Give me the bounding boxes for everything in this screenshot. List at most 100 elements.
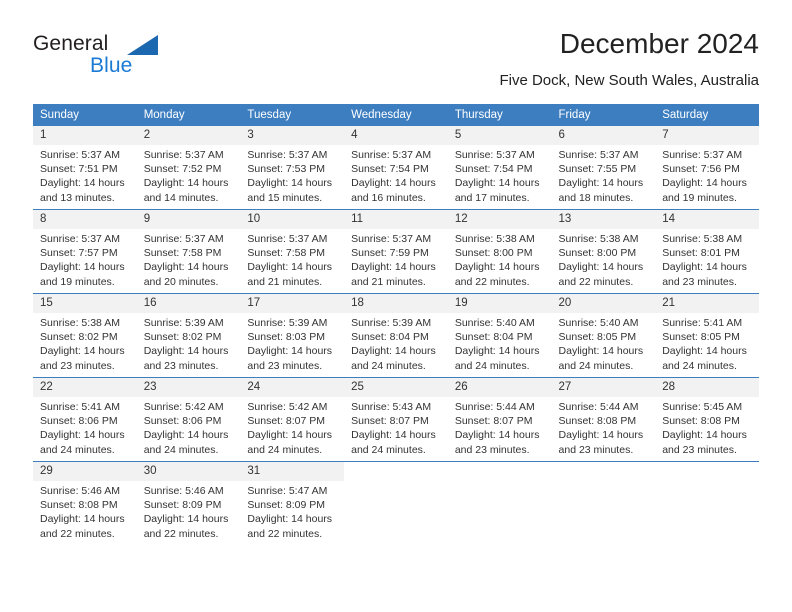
day-number: 2 [136, 126, 241, 145]
day-number: 3 [240, 126, 345, 145]
calendar-day-cell[interactable]: 15 Sunrise: 5:38 AM Sunset: 8:02 PM Dayligh… [33, 293, 137, 378]
sunset-text: Sunset: 7:54 PM [351, 163, 429, 176]
daylight-text-line1: Daylight: 14 hours [558, 177, 644, 190]
calendar-day-cell[interactable]: 23 Sunrise: 5:42 AM Sunset: 8:06 PM Dayligh… [136, 377, 241, 462]
calendar-day-cell[interactable]: 19 Sunrise: 5:40 AM Sunset: 8:04 PM Dayligh… [447, 293, 552, 378]
sunset-text: Sunset: 7:57 PM [40, 247, 118, 260]
day-number: 17 [240, 294, 345, 313]
day-details: Sunrise: 5:38 AM Sunset: 8:00 PM Daylight:… [552, 229, 656, 289]
calendar-day-cell[interactable]: 26 Sunrise: 5:44 AM Sunset: 8:07 PM Dayligh… [447, 377, 552, 462]
weekday-header-saturday: Saturday [655, 104, 759, 126]
calendar-day-cell[interactable]: 18 Sunrise: 5:39 AM Sunset: 8:04 PM Dayligh… [344, 293, 448, 378]
daylight-text-line2: and 23 minutes. [662, 275, 737, 288]
calendar-day-cell[interactable]: 20 Sunrise: 5:40 AM Sunset: 8:05 PM Dayligh… [551, 293, 656, 378]
calendar-day-cell[interactable]: 2 Sunrise: 5:37 AM Sunset: 7:52 PM Daylight… [136, 126, 241, 210]
day-number [447, 462, 552, 481]
page-subtitle-location: Five Dock, New South Wales, Australia [499, 72, 759, 89]
sunrise-text: Sunrise: 5:39 AM [247, 317, 328, 329]
sunset-text: Sunset: 8:08 PM [40, 499, 118, 512]
day-number: 7 [655, 126, 759, 145]
sunrise-text: Sunrise: 5:43 AM [351, 401, 432, 413]
calendar-day-cell[interactable]: 5 Sunrise: 5:37 AM Sunset: 7:54 PM Daylight… [447, 126, 552, 210]
calendar-day-cell-empty [551, 461, 656, 545]
daylight-text-line1: Daylight: 14 hours [40, 429, 125, 442]
calendar-day-cell[interactable]: 6 Sunrise: 5:37 AM Sunset: 7:55 PM Daylight… [551, 126, 656, 210]
sunset-text: Sunset: 7:59 PM [351, 247, 429, 260]
calendar-day-cell[interactable]: 14 Sunrise: 5:38 AM Sunset: 8:01 PM Dayligh… [655, 209, 759, 294]
calendar-day-cell[interactable]: 8 Sunrise: 5:37 AM Sunset: 7:57 PM Daylight… [33, 209, 137, 294]
calendar-day-cell[interactable]: 10 Sunrise: 5:37 AM Sunset: 7:58 PM Dayligh… [240, 209, 345, 294]
daylight-text-line1: Daylight: 14 hours [558, 345, 644, 358]
calendar-day-cell-empty [344, 461, 448, 545]
day-details: Sunrise: 5:39 AM Sunset: 8:03 PM Daylight:… [240, 313, 344, 373]
daylight-text-line1: Daylight: 14 hours [351, 429, 436, 442]
logo-triangle-icon [127, 35, 158, 55]
daylight-text-line2: and 24 minutes. [247, 443, 323, 456]
daylight-text-line1: Daylight: 14 hours [143, 513, 229, 526]
daylight-text-line2: and 23 minutes. [247, 359, 323, 372]
general-blue-logo[interactable]: General Blue [33, 32, 243, 88]
sunrise-text: Sunrise: 5:40 AM [558, 317, 639, 329]
sunrise-text: Sunrise: 5:37 AM [454, 149, 535, 161]
calendar-day-cell-empty [655, 461, 759, 545]
day-details: Sunrise: 5:47 AM Sunset: 8:09 PM Daylight:… [240, 481, 344, 541]
sunset-text: Sunset: 8:00 PM [454, 247, 533, 260]
daylight-text-line2: and 23 minutes. [558, 443, 634, 456]
day-details: Sunrise: 5:37 AM Sunset: 7:52 PM Daylight:… [137, 145, 241, 205]
calendar-day-cell[interactable]: 13 Sunrise: 5:38 AM Sunset: 8:00 PM Dayligh… [551, 209, 656, 294]
sunrise-text: Sunrise: 5:38 AM [40, 317, 120, 329]
daylight-text-line1: Daylight: 14 hours [247, 513, 333, 526]
calendar-day-cell[interactable]: 28 Sunrise: 5:45 AM Sunset: 8:08 PM Dayligh… [655, 377, 759, 462]
sunrise-text: Sunrise: 5:37 AM [351, 233, 432, 245]
day-number: 25 [344, 378, 448, 397]
calendar-day-cell[interactable]: 3 Sunrise: 5:37 AM Sunset: 7:53 PM Daylight… [240, 126, 345, 210]
sunrise-text: Sunrise: 5:37 AM [40, 233, 120, 245]
logo-text-blue: Blue [90, 54, 133, 77]
day-number: 13 [551, 210, 656, 229]
day-details: Sunrise: 5:45 AM Sunset: 8:08 PM Daylight:… [655, 397, 759, 457]
day-number: 10 [240, 210, 345, 229]
daylight-text-line2: and 24 minutes. [143, 443, 219, 456]
calendar-day-cell[interactable]: 25 Sunrise: 5:43 AM Sunset: 8:07 PM Dayligh… [344, 377, 448, 462]
daylight-text-line2: and 23 minutes. [40, 359, 115, 372]
day-details: Sunrise: 5:43 AM Sunset: 8:07 PM Daylight:… [344, 397, 448, 457]
sunrise-text: Sunrise: 5:37 AM [558, 149, 639, 161]
sunrise-text: Sunrise: 5:45 AM [662, 401, 743, 413]
calendar-day-cell[interactable]: 31 Sunrise: 5:47 AM Sunset: 8:09 PM Dayligh… [240, 461, 345, 545]
calendar-day-cell[interactable]: 29 Sunrise: 5:46 AM Sunset: 8:08 PM Dayligh… [33, 461, 137, 545]
daylight-text-line1: Daylight: 14 hours [558, 261, 644, 274]
calendar-day-cell[interactable]: 11 Sunrise: 5:37 AM Sunset: 7:59 PM Dayligh… [344, 209, 448, 294]
daylight-text-line2: and 24 minutes. [662, 359, 737, 372]
day-details: Sunrise: 5:40 AM Sunset: 8:05 PM Daylight:… [552, 313, 656, 373]
calendar-day-cell[interactable]: 9 Sunrise: 5:37 AM Sunset: 7:58 PM Daylight… [136, 209, 241, 294]
calendar-day-cell[interactable]: 1 Sunrise: 5:37 AM Sunset: 7:51 PM Daylight… [33, 126, 137, 210]
sunrise-text: Sunrise: 5:40 AM [454, 317, 535, 329]
day-number: 30 [136, 462, 241, 481]
calendar-day-cell[interactable]: 30 Sunrise: 5:46 AM Sunset: 8:09 PM Dayligh… [136, 461, 241, 545]
sunrise-text: Sunrise: 5:46 AM [40, 485, 120, 497]
calendar-week-row: 29 Sunrise: 5:46 AM Sunset: 8:08 PM Dayligh… [33, 461, 759, 545]
daylight-text-line2: and 13 minutes. [40, 191, 115, 204]
day-number: 20 [551, 294, 656, 313]
calendar-day-cell[interactable]: 16 Sunrise: 5:39 AM Sunset: 8:02 PM Dayligh… [136, 293, 241, 378]
day-number: 27 [551, 378, 656, 397]
calendar-day-cell[interactable]: 22 Sunrise: 5:41 AM Sunset: 8:06 PM Dayligh… [33, 377, 137, 462]
calendar-day-cell[interactable]: 21 Sunrise: 5:41 AM Sunset: 8:05 PM Dayligh… [655, 293, 759, 378]
daylight-text-line1: Daylight: 14 hours [247, 261, 333, 274]
calendar-day-cell[interactable]: 4 Sunrise: 5:37 AM Sunset: 7:54 PM Daylight… [344, 126, 448, 210]
sunset-text: Sunset: 8:07 PM [247, 415, 326, 428]
sunset-text: Sunset: 7:53 PM [247, 163, 326, 176]
sunrise-text: Sunrise: 5:41 AM [662, 317, 743, 329]
day-details: Sunrise: 5:41 AM Sunset: 8:05 PM Daylight:… [655, 313, 759, 373]
daylight-text-line1: Daylight: 14 hours [351, 345, 436, 358]
day-number: 14 [655, 210, 759, 229]
calendar-day-cell[interactable]: 17 Sunrise: 5:39 AM Sunset: 8:03 PM Dayligh… [240, 293, 345, 378]
calendar-day-cell[interactable]: 27 Sunrise: 5:44 AM Sunset: 8:08 PM Dayligh… [551, 377, 656, 462]
calendar-day-cell[interactable]: 24 Sunrise: 5:42 AM Sunset: 8:07 PM Dayligh… [240, 377, 345, 462]
daylight-text-line2: and 22 minutes. [558, 275, 634, 288]
calendar-day-cell[interactable]: 7 Sunrise: 5:37 AM Sunset: 7:56 PM Daylight… [655, 126, 759, 210]
day-number: 9 [136, 210, 241, 229]
calendar-day-cell[interactable]: 12 Sunrise: 5:38 AM Sunset: 8:00 PM Dayligh… [447, 209, 552, 294]
day-details: Sunrise: 5:38 AM Sunset: 8:01 PM Daylight:… [655, 229, 759, 289]
daylight-text-line2: and 19 minutes. [662, 191, 737, 204]
